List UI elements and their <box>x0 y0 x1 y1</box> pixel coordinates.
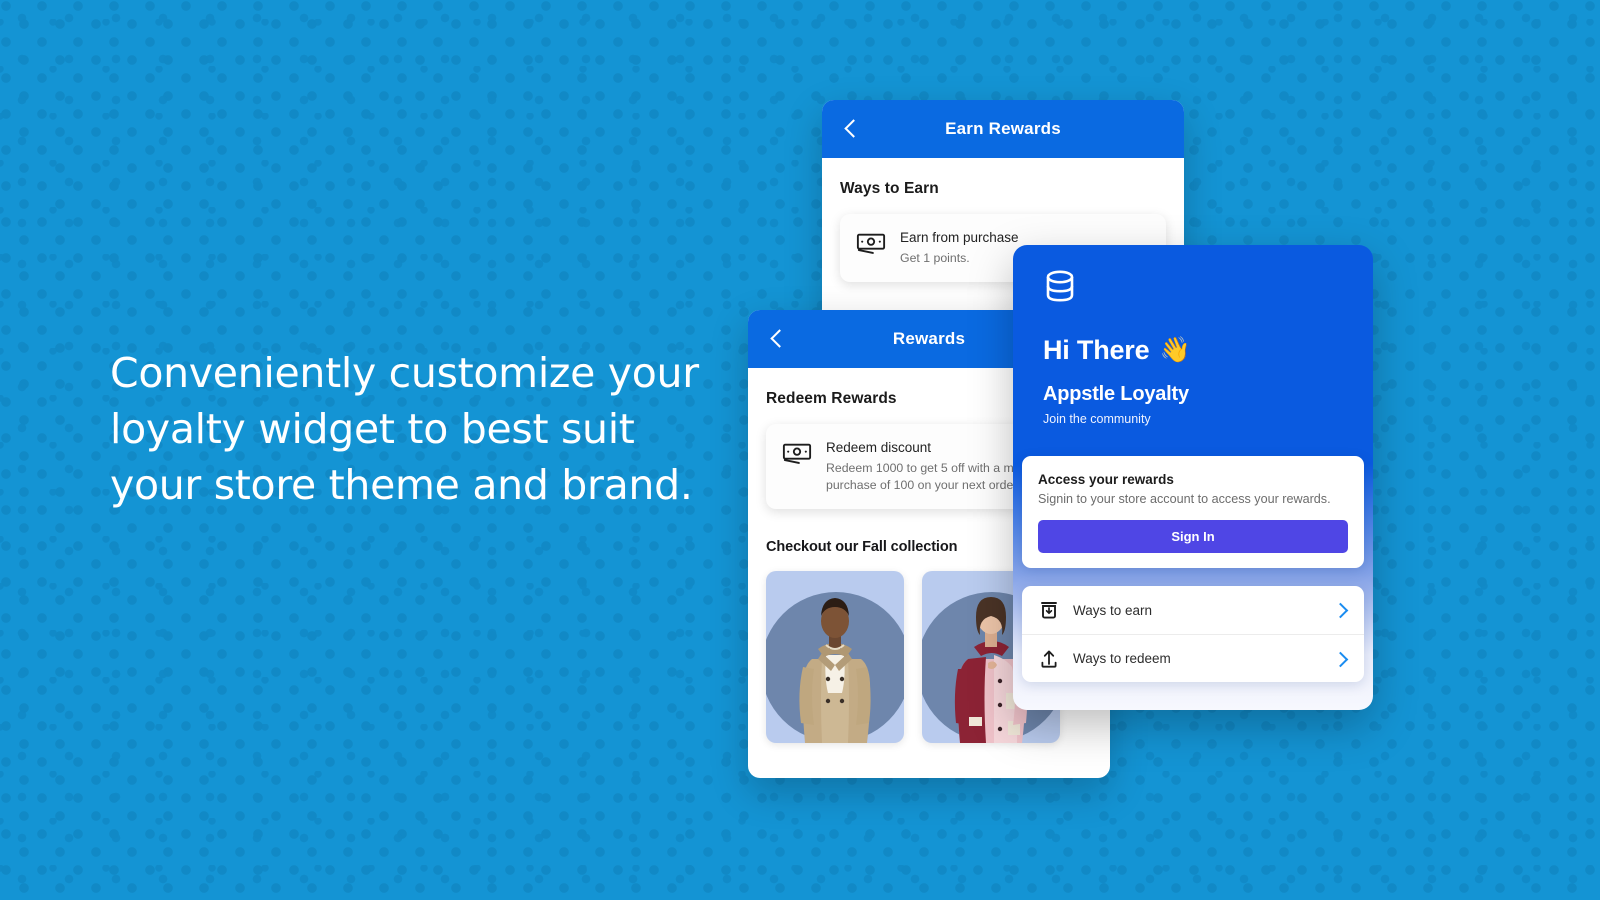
menu-item-ways-to-earn[interactable]: Ways to earn <box>1022 586 1364 634</box>
access-rewards-title: Access your rewards <box>1038 472 1174 487</box>
widget-menu: Ways to earn Ways to redeem <box>1022 586 1364 682</box>
chevron-left-icon[interactable] <box>766 328 788 350</box>
sign-in-button[interactable]: Sign In <box>1038 520 1348 553</box>
widget-brand-name: Appstle Loyalty <box>1043 383 1189 405</box>
menu-item-ways-to-redeem[interactable]: Ways to redeem <box>1022 634 1364 682</box>
tray-download-icon <box>1041 602 1057 619</box>
earn-panel-header: Earn Rewards <box>822 100 1184 158</box>
earn-reward-texts: Earn from purchase Get 1 points. <box>900 229 1019 267</box>
earn-reward-title: Earn from purchase <box>900 230 1019 245</box>
widget-tagline: Join the community <box>1043 412 1151 426</box>
ways-to-earn-heading: Ways to Earn <box>840 180 939 197</box>
upload-arrow-icon <box>1041 650 1057 668</box>
chevron-right-icon[interactable] <box>1334 652 1348 666</box>
menu-item-label: Ways to earn <box>1073 602 1153 618</box>
chevron-left-icon[interactable] <box>840 118 862 140</box>
menu-item-label: Ways to redeem <box>1073 651 1171 666</box>
widget-greeting: Hi There 👋 <box>1043 335 1191 366</box>
loyalty-widget: Hi There 👋 Appstle Loyalty Join the comm… <box>1013 245 1373 710</box>
product-tile[interactable] <box>766 571 904 743</box>
page-headline: Conveniently customize your loyalty widg… <box>110 349 699 509</box>
earn-panel-title: Earn Rewards <box>945 119 1061 138</box>
earn-reward-subtitle: Get 1 points. <box>900 251 970 265</box>
widget-greeting-text: Hi There <box>1043 335 1150 365</box>
banknote-icon <box>782 443 812 464</box>
access-rewards-subtitle: Signin to your store account to access y… <box>1038 492 1331 506</box>
model-figure-tan-coat <box>799 598 871 743</box>
banknote-icon <box>856 233 886 254</box>
access-rewards-card: Access your rewards Signin to your store… <box>1022 456 1364 568</box>
waving-hand-icon: 👋 <box>1159 336 1191 364</box>
database-stack-icon <box>1046 270 1074 302</box>
chevron-right-icon[interactable] <box>1334 603 1348 617</box>
